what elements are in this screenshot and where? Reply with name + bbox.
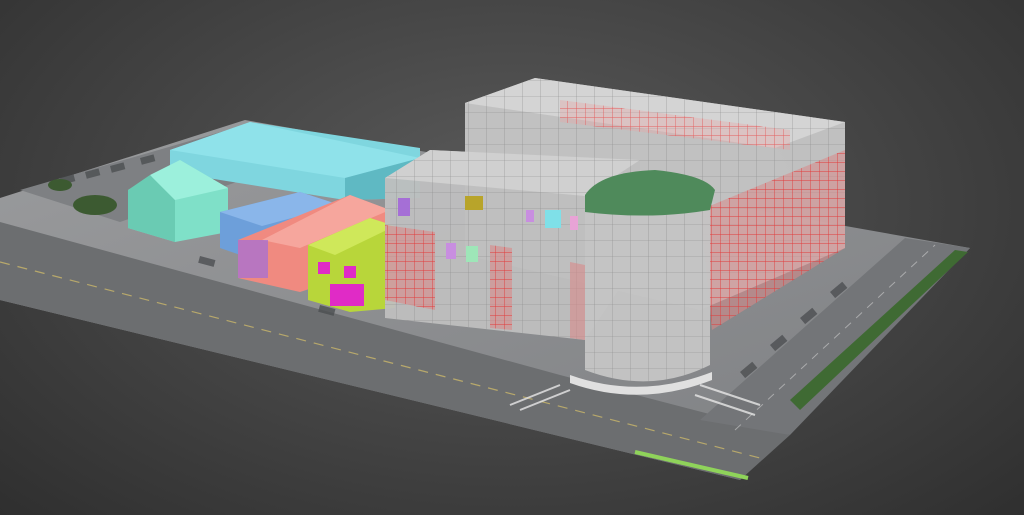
3d-viewport[interactable] <box>0 0 1024 515</box>
scene-canvas[interactable] <box>0 0 1024 515</box>
